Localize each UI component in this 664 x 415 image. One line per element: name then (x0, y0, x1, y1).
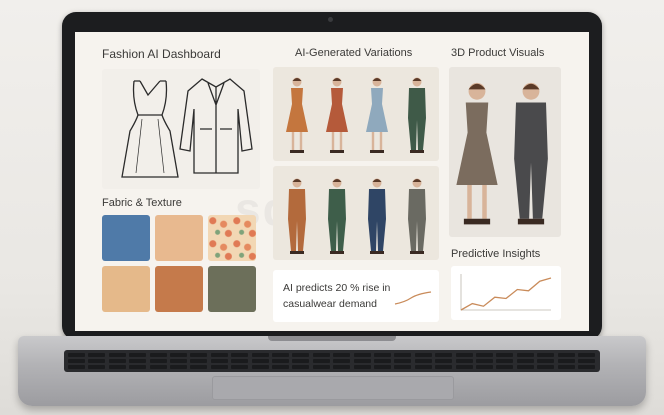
key (496, 365, 514, 369)
key (190, 365, 208, 369)
key (170, 365, 187, 369)
laptop-base (18, 336, 646, 406)
key (578, 365, 595, 369)
key (231, 359, 249, 363)
insight-text: AI predicts 20 % rise in casualwear dema… (283, 282, 391, 310)
key (516, 353, 534, 357)
mannequin-1[interactable] (456, 82, 498, 225)
key (292, 365, 310, 369)
key (251, 353, 269, 357)
key (455, 353, 473, 357)
key (333, 365, 351, 369)
insight-line-chart (460, 274, 552, 311)
key (374, 353, 391, 357)
key (108, 365, 126, 369)
key (374, 365, 391, 369)
key (108, 359, 126, 363)
key (190, 359, 208, 363)
key (170, 359, 187, 363)
key (394, 359, 412, 363)
key (537, 353, 555, 357)
key (414, 359, 432, 363)
keyboard (64, 350, 600, 372)
key (272, 353, 289, 357)
laptop-lid: sdls hp Fashion AI Dashboard AI-Generate… (62, 12, 602, 340)
key (149, 353, 167, 357)
key (557, 359, 575, 363)
chart-series-line (460, 277, 552, 311)
key (312, 359, 330, 363)
key (476, 353, 493, 357)
key (333, 359, 351, 363)
hinge (268, 336, 396, 341)
trend-line-icon (394, 291, 432, 305)
key (210, 353, 228, 357)
key (210, 365, 228, 369)
key (68, 359, 85, 363)
key (129, 353, 147, 357)
key (272, 365, 289, 369)
key (476, 359, 493, 363)
key (414, 353, 432, 357)
key (292, 353, 310, 357)
insight-card[interactable]: AI predicts 20 % rise in casualwear dema… (273, 270, 439, 322)
key (557, 353, 575, 357)
key (455, 365, 473, 369)
key (88, 353, 106, 357)
key (272, 359, 289, 363)
key (231, 353, 249, 357)
key (108, 353, 126, 357)
key (129, 359, 147, 363)
key (170, 353, 187, 357)
mannequin-2[interactable] (514, 82, 548, 225)
key (292, 359, 310, 363)
key (578, 353, 595, 357)
key (231, 365, 249, 369)
key (516, 365, 534, 369)
key (578, 359, 595, 363)
key (516, 359, 534, 363)
key (88, 365, 106, 369)
key (312, 353, 330, 357)
key (394, 365, 412, 369)
dashboard-screen: sdls hp Fashion AI Dashboard AI-Generate… (75, 32, 589, 331)
key (537, 359, 555, 363)
key (251, 359, 269, 363)
key (476, 365, 493, 369)
key (312, 365, 330, 369)
key (88, 359, 106, 363)
insight-chart-card[interactable] (451, 266, 561, 320)
key (149, 359, 167, 363)
camera-icon (328, 17, 333, 22)
key (333, 353, 351, 357)
key (149, 365, 167, 369)
key (394, 353, 412, 357)
trackpad[interactable] (212, 376, 454, 400)
key (496, 359, 514, 363)
key (353, 359, 371, 363)
key (455, 359, 473, 363)
key (210, 359, 228, 363)
key (435, 359, 453, 363)
key (557, 365, 575, 369)
key (435, 365, 453, 369)
key (537, 365, 555, 369)
key (68, 353, 85, 357)
key (251, 365, 269, 369)
key (496, 353, 514, 357)
key (414, 365, 432, 369)
key (435, 353, 453, 357)
key (190, 353, 208, 357)
key (68, 365, 85, 369)
key (353, 365, 371, 369)
key (374, 359, 391, 363)
key (129, 365, 147, 369)
key (353, 353, 371, 357)
